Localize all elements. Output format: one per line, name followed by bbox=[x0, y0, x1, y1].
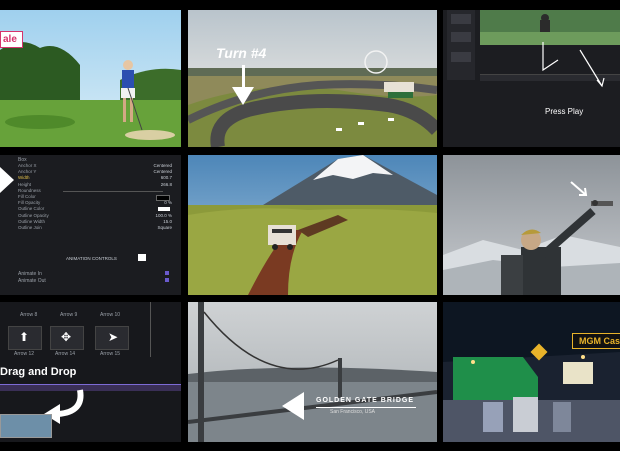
drag-and-drop-label: Drag and Drop bbox=[0, 366, 77, 378]
bridge-title: GOLDEN GATE BRIDGE bbox=[316, 397, 414, 404]
property-label: Width bbox=[18, 175, 30, 181]
property-label: Roundness bbox=[18, 187, 41, 193]
animation-controls-label: ANIMATION CONTROLS bbox=[66, 256, 117, 261]
golf-tile[interactable]: ale bbox=[0, 10, 181, 147]
editor-tool-column bbox=[447, 10, 475, 80]
vegas-tile[interactable]: MGM Casi bbox=[443, 302, 620, 442]
bridge-pointer-icon bbox=[282, 392, 304, 420]
property-value[interactable]: 100.0 % bbox=[155, 213, 172, 218]
property-value[interactable]: 0 % bbox=[164, 200, 172, 205]
panel-divider bbox=[150, 302, 151, 357]
property-row[interactable]: Outline Join Square bbox=[18, 225, 178, 231]
play-arrow-icon bbox=[0, 167, 14, 193]
volcano-scene bbox=[188, 155, 437, 295]
property-label: Fill Opacity bbox=[18, 200, 41, 206]
animation-play-button[interactable] bbox=[138, 254, 146, 261]
arrow-thumb[interactable]: ⬆ bbox=[8, 326, 42, 350]
drone-scene bbox=[443, 155, 620, 295]
arrow-label: Arrow 15 bbox=[100, 351, 121, 357]
outline-color-swatch[interactable] bbox=[158, 207, 170, 212]
golf-scene bbox=[0, 10, 181, 147]
press-play-label: Press Play bbox=[545, 107, 584, 116]
arrow-cross-icon: ✥ bbox=[61, 330, 72, 344]
race-caption: Turn #4 bbox=[216, 45, 267, 61]
arrow-label: Arrow 14 bbox=[55, 351, 76, 357]
property-label: Outline Join bbox=[18, 224, 42, 230]
arrow-up-icon: ⬆ bbox=[19, 330, 30, 344]
arrow-label: Arrow 9 bbox=[60, 312, 78, 318]
vegas-scene bbox=[443, 302, 620, 442]
arrow-label: Arrow 8 bbox=[20, 312, 38, 318]
drone-tile[interactable] bbox=[443, 155, 620, 295]
property-value[interactable]: Square bbox=[157, 225, 172, 230]
arrows-tile[interactable]: Arrow 8 Arrow 9 Arrow 10 ⬆ ✥ ➤ Arrow 12 … bbox=[0, 302, 181, 442]
bridge-subtitle: San Francisco, USA bbox=[330, 409, 376, 415]
property-slider[interactable] bbox=[63, 190, 163, 192]
volcano-tile[interactable] bbox=[188, 155, 437, 295]
animate-in-label: Animate In bbox=[18, 271, 42, 277]
property-value[interactable]: Centered bbox=[153, 163, 172, 168]
tool-button[interactable] bbox=[451, 32, 471, 42]
bridge-tile[interactable]: GOLDEN GATE BRIDGE San Francisco, USA bbox=[188, 302, 437, 442]
properties-tile[interactable]: Box Anchor X Centered Anchor Y Centered … bbox=[0, 155, 181, 295]
property-value[interactable]: 600.7 bbox=[161, 175, 172, 180]
golf-badge: ale bbox=[0, 31, 23, 48]
arrow-label: Arrow 10 bbox=[100, 312, 121, 318]
property-label: Anchor Y bbox=[18, 169, 37, 175]
property-value[interactable]: 266.8 bbox=[161, 182, 172, 187]
animate-out-label: Animate Out bbox=[18, 278, 46, 284]
tool-button[interactable] bbox=[451, 14, 471, 24]
property-label: Outline Color bbox=[18, 206, 45, 212]
vegas-label: MGM Casi bbox=[572, 333, 620, 349]
bridge-title-rule bbox=[316, 407, 416, 408]
bridge-scene bbox=[188, 302, 437, 442]
property-label: Fill Color bbox=[18, 193, 36, 199]
arrow-thumb[interactable]: ➤ bbox=[95, 326, 129, 350]
animate-out-toggle[interactable] bbox=[165, 278, 169, 282]
property-value[interactable]: 15.0 bbox=[163, 219, 172, 224]
arrow-thumb[interactable]: ✥ bbox=[50, 326, 84, 350]
property-label: Height bbox=[18, 181, 32, 187]
animate-in-toggle[interactable] bbox=[165, 271, 169, 275]
media-thumbnail[interactable] bbox=[0, 414, 52, 438]
property-value[interactable]: Centered bbox=[153, 169, 172, 174]
property-label: Outline Width bbox=[18, 218, 46, 224]
race-tile[interactable]: Turn #4 bbox=[188, 10, 437, 147]
race-scene bbox=[188, 10, 437, 147]
timeline-track[interactable] bbox=[0, 384, 181, 391]
property-list: Anchor X Centered Anchor Y Centered Widt… bbox=[18, 163, 178, 231]
property-label: Anchor X bbox=[18, 163, 37, 168]
arrow-label: Arrow 12 bbox=[14, 351, 35, 357]
tool-button[interactable] bbox=[451, 52, 471, 62]
property-label: Outline Opacity bbox=[18, 212, 49, 218]
arrow-pointer-icon: ➤ bbox=[108, 330, 119, 344]
play-pointer-arrow-icon bbox=[542, 42, 605, 88]
editor-tile[interactable]: Press Play bbox=[443, 10, 620, 147]
